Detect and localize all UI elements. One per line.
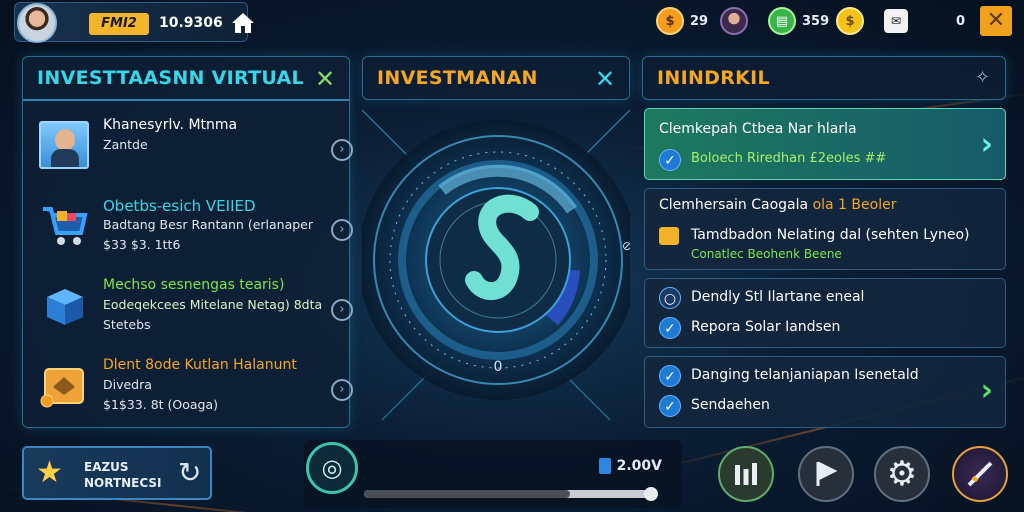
chevron-right-icon[interactable]: › — [331, 219, 353, 241]
right-panel-title: ININDRKIL — [657, 67, 770, 89]
avatar-icon — [720, 7, 748, 35]
card-title: Clemhersain Caogala ola 1 Beoler — [659, 197, 897, 213]
progress-knob[interactable] — [644, 487, 658, 501]
tools-button[interactable] — [952, 446, 1008, 502]
star-icon: ★ — [36, 455, 63, 490]
list-item[interactable]: Mechso sesnengas tearis) Eodeqekcees Mit… — [37, 271, 359, 351]
flag-button[interactable] — [798, 446, 854, 502]
progress-bar-panel: ◎ 2.00V — [304, 440, 682, 508]
pin-icon[interactable]: ✧ — [975, 67, 990, 88]
center-panel-title: INVESTMANAN — [377, 67, 538, 89]
item-price: $1$33. 8t (Ooaga) — [103, 397, 219, 412]
investment-panel-header: INVESTMANAN ✕ — [362, 56, 630, 100]
resource-advisor[interactable] — [720, 6, 748, 36]
card-line: Conatlec Beohenk Beene — [691, 247, 842, 261]
item-subtitle: Zantde — [103, 137, 148, 152]
card-title: Clemkepah Ctbea Nar hlarla — [659, 121, 857, 137]
promo-button[interactable]: ★ EAZUS NORTNECSI ↻ — [22, 446, 212, 500]
check-icon: ✓ — [659, 395, 681, 417]
left-panel-title: INVESTTAASNN VIRTUAL — [37, 67, 304, 89]
list-item[interactable]: Khanesyrlv. Mtnma Zantde › — [37, 111, 359, 191]
meter-readout: 2.00V — [598, 458, 662, 474]
svg-text:⊘: ⊘ — [622, 239, 630, 253]
check-icon: ✓ — [659, 317, 681, 339]
item-status: Stetebs — [103, 317, 151, 332]
portrait-icon — [39, 121, 89, 169]
gear-icon: ⚙ — [886, 454, 918, 494]
card-check-text: Sendaehen — [691, 397, 770, 413]
card-title-highlight: ola 1 Beoler — [812, 197, 897, 213]
virtual-investment-panel: INVESTTAASNN VIRTUAL ✕ Khanesyrlv. Mtnma… — [22, 56, 353, 428]
player-card[interactable]: FMI2 10.9306 — [14, 2, 254, 43]
item-subtitle: Badtang Besr Rantann (erlanaper — [103, 217, 314, 232]
progress-fill — [364, 490, 570, 498]
bar-chart-icon — [735, 463, 757, 485]
player-score: 10.9306 — [159, 15, 223, 31]
check-icon: ✓ — [659, 365, 681, 387]
player-avatar[interactable] — [17, 3, 57, 43]
resource-messages[interactable]: ✉ — [884, 6, 908, 36]
item-subtitle: Divedra — [103, 377, 152, 392]
resource-ledger[interactable]: ▤ 359 — [768, 6, 829, 36]
chevron-right-icon[interactable]: › — [981, 373, 993, 408]
card-line: Tamdbadon Nelating dal (sehten Lyneo) — [691, 227, 970, 243]
chevron-right-icon[interactable]: › — [331, 139, 353, 161]
list-item[interactable]: Dlent 8ode Kutlan Halanunt Divedra $1$33… — [37, 351, 359, 431]
item-title: Dlent 8ode Kutlan Halanunt — [103, 357, 297, 373]
svg-text:0: 0 — [494, 359, 503, 375]
item-title: Mechso sesnengas tearis) — [103, 277, 285, 293]
right-panel-header: ININDRKIL ✧ — [642, 56, 1006, 100]
circle-icon: ○ — [659, 287, 681, 309]
package-icon — [40, 368, 84, 408]
item-price: $33 $3. 1tt6 — [103, 237, 181, 252]
home-icon[interactable] — [231, 12, 255, 34]
coin-count: 29 — [690, 13, 709, 29]
ledger-count: 359 — [802, 13, 830, 29]
compass-icon[interactable]: ◎ — [306, 442, 358, 494]
quest-card[interactable]: ✓ Danging telanjaniapan Isenetald ✓ Send… — [644, 356, 1006, 428]
resource-coins[interactable]: $ 29 — [656, 6, 708, 36]
message-count: 0 — [956, 13, 966, 29]
close-icon[interactable]: ✕ — [315, 65, 335, 93]
message-icon: ✉ — [884, 9, 908, 33]
investment-dial[interactable]: 0 ⊘ — [362, 100, 630, 430]
flag-icon — [816, 461, 838, 486]
card-check-text: Repora Solar Iandsen — [691, 319, 841, 335]
gold-coin-icon: $ — [836, 7, 864, 35]
coin-icon: $ — [656, 7, 684, 35]
settings-button[interactable]: ⚙ — [874, 446, 930, 502]
quest-card[interactable]: Clemkepah Ctbea Nar hlarla ✓ Boloech Rir… — [644, 108, 1006, 180]
meter-value: 2.00V — [616, 458, 662, 474]
card-check-text: Danging telanjaniapan Isenetald — [691, 367, 919, 383]
item-subtitle: Eodeqekcees Mitelane Netag) 8dta — [103, 297, 323, 312]
chevron-right-icon[interactable]: › — [331, 299, 353, 321]
player-tag: FMI2 — [89, 13, 149, 35]
divider — [23, 99, 349, 101]
ledger-icon: ▤ — [768, 7, 796, 35]
resource-gold[interactable]: $ — [836, 6, 864, 36]
progress-track[interactable] — [364, 487, 658, 501]
bookmark-icon — [598, 458, 611, 474]
quest-card[interactable]: Clemhersain Caogala ola 1 Beoler Tamdbad… — [644, 188, 1006, 270]
chevron-right-icon[interactable]: › — [981, 127, 993, 162]
cube-icon — [47, 289, 83, 325]
wallet-icon — [659, 227, 679, 245]
check-icon: ✓ — [659, 149, 681, 171]
stats-button[interactable] — [718, 446, 774, 502]
item-title: Khanesyrlv. Mtnma — [103, 117, 238, 133]
close-icon[interactable]: ✕ — [595, 65, 615, 93]
top-bar: FMI2 10.9306 $ 29 ▤ 359 $ ✉ 0 ✕ — [0, 0, 1024, 44]
chevron-right-icon[interactable]: › — [331, 379, 353, 401]
refresh-icon: ↻ — [178, 456, 202, 489]
item-title: Obetbs-esich VEIIED — [103, 197, 256, 215]
card-check-text: Dendly Stl Ilartane eneal — [691, 289, 865, 305]
cart-icon — [43, 207, 88, 245]
quest-card[interactable]: ○ Dendly Stl Ilartane eneal ✓ Repora Sol… — [644, 278, 1006, 348]
list-item[interactable]: Obetbs-esich VEIIED Badtang Besr Rantann… — [37, 191, 359, 271]
sword-icon — [967, 461, 993, 487]
promo-label: EAZUS — [84, 460, 129, 474]
card-check-text: Boloech Riredhan £2eoles ## — [691, 151, 887, 166]
promo-label: NORTNECSI — [84, 476, 162, 490]
close-button[interactable]: ✕ — [980, 6, 1012, 36]
